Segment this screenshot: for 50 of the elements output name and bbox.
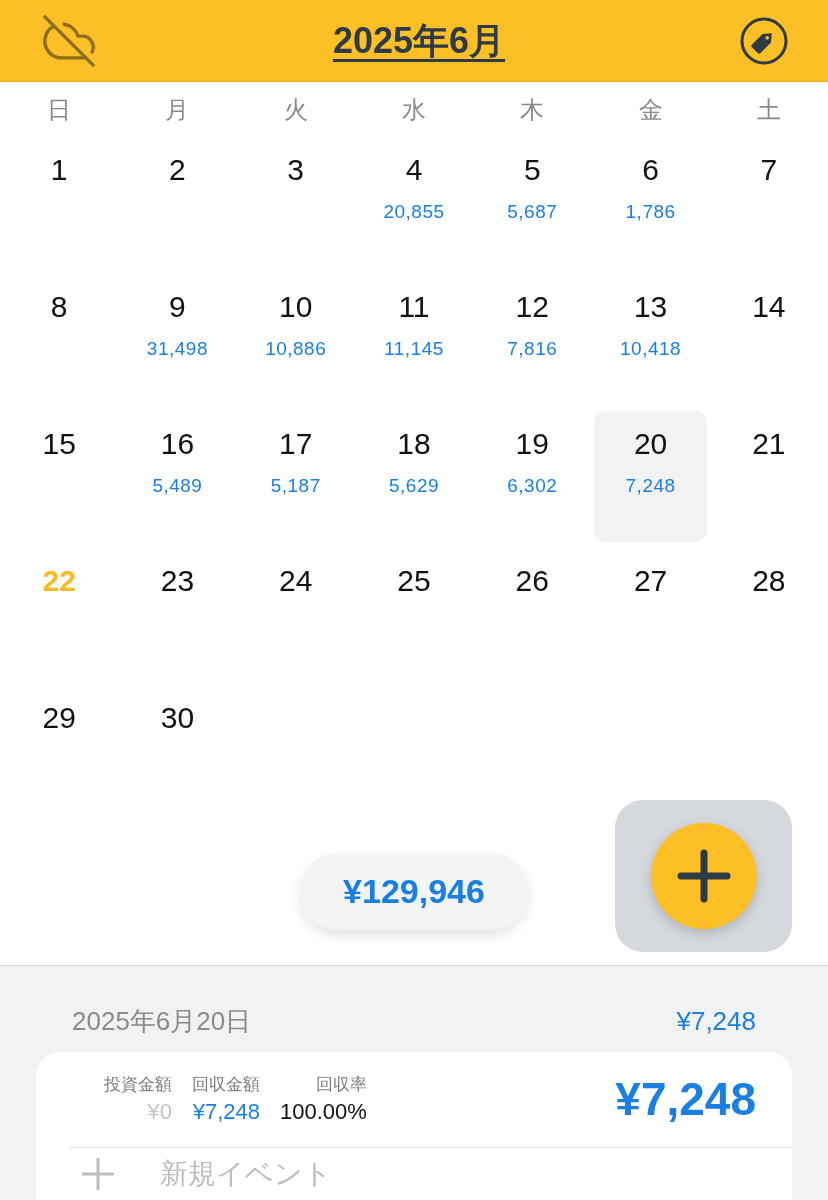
calendar-day[interactable]: 29 xyxy=(3,685,116,816)
calendar-day[interactable]: 1 xyxy=(3,137,116,268)
calendar-day[interactable]: 2 xyxy=(121,137,234,268)
calendar-day[interactable]: 17 5,187 xyxy=(239,411,352,542)
calendar-day[interactable]: 13 10,418 xyxy=(594,274,707,405)
stat-value: 100.00% xyxy=(280,1097,367,1126)
stat-value: ¥7,248 xyxy=(192,1097,260,1126)
stat-value: ¥0 xyxy=(147,1097,172,1126)
calendar-day[interactable]: 11 11,145 xyxy=(357,274,471,405)
calendar-day[interactable]: 20 7,248 xyxy=(594,411,707,542)
calendar-day[interactable]: 19 6,302 xyxy=(476,411,589,542)
calendar-day[interactable]: 4 20,855 xyxy=(357,137,471,268)
weekday-label: 火 xyxy=(282,94,309,125)
calendar-day[interactable]: 25 xyxy=(357,548,471,679)
weekday-label: 土 xyxy=(755,94,782,125)
calendar-day[interactable]: 24 xyxy=(239,548,352,679)
month-title[interactable]: 2025年6月 xyxy=(332,13,506,68)
calendar-day[interactable]: 23 xyxy=(121,548,234,679)
calendar-day[interactable]: 26 xyxy=(476,548,589,679)
calendar-day[interactable]: 28 xyxy=(712,548,825,679)
calendar-day[interactable]: 5 5,687 xyxy=(476,137,589,268)
day-total: ¥7,248 xyxy=(676,1006,756,1036)
stat-label: 回収金額 xyxy=(192,1073,260,1096)
weekday-label: 月 xyxy=(164,94,191,125)
tag-icon[interactable] xyxy=(740,16,788,65)
monthly-total: ¥129,946 xyxy=(299,852,529,930)
calendar-day[interactable]: 18 5,629 xyxy=(357,411,471,542)
plus-icon xyxy=(650,823,757,929)
stat-label: 回収率 xyxy=(315,1073,367,1096)
calendar-day[interactable]: 10 10,886 xyxy=(239,274,352,405)
calendar-day[interactable]: 14 xyxy=(712,274,825,405)
weekday-label: 日 xyxy=(46,94,73,125)
calendar-day[interactable]: 27 xyxy=(594,548,707,679)
event-amount: ¥7,248 xyxy=(615,1072,756,1127)
weekday-label: 金 xyxy=(637,94,664,125)
calendar-day[interactable]: 16 5,489 xyxy=(121,411,234,542)
calendar-day[interactable]: 15 xyxy=(3,411,116,542)
weekday-label: 木 xyxy=(519,94,546,125)
calendar-day[interactable]: 12 7,816 xyxy=(476,274,589,405)
calendar-day[interactable]: 21 xyxy=(712,411,825,542)
calendar-day[interactable]: 6 1,786 xyxy=(594,137,707,268)
calendar-day[interactable]: 8 xyxy=(3,274,116,405)
stat-label: 投資金額 xyxy=(104,1073,172,1096)
add-button[interactable] xyxy=(615,800,792,952)
calendar-day[interactable]: 30 xyxy=(121,685,234,816)
calendar-day[interactable]: 3 xyxy=(239,137,352,268)
weekday-label: 水 xyxy=(401,94,427,125)
selected-date: 2025年6月20日 xyxy=(72,1006,252,1036)
calendar-day[interactable]: 7 xyxy=(712,137,825,268)
calendar-day[interactable]: 9 31,498 xyxy=(121,274,234,405)
